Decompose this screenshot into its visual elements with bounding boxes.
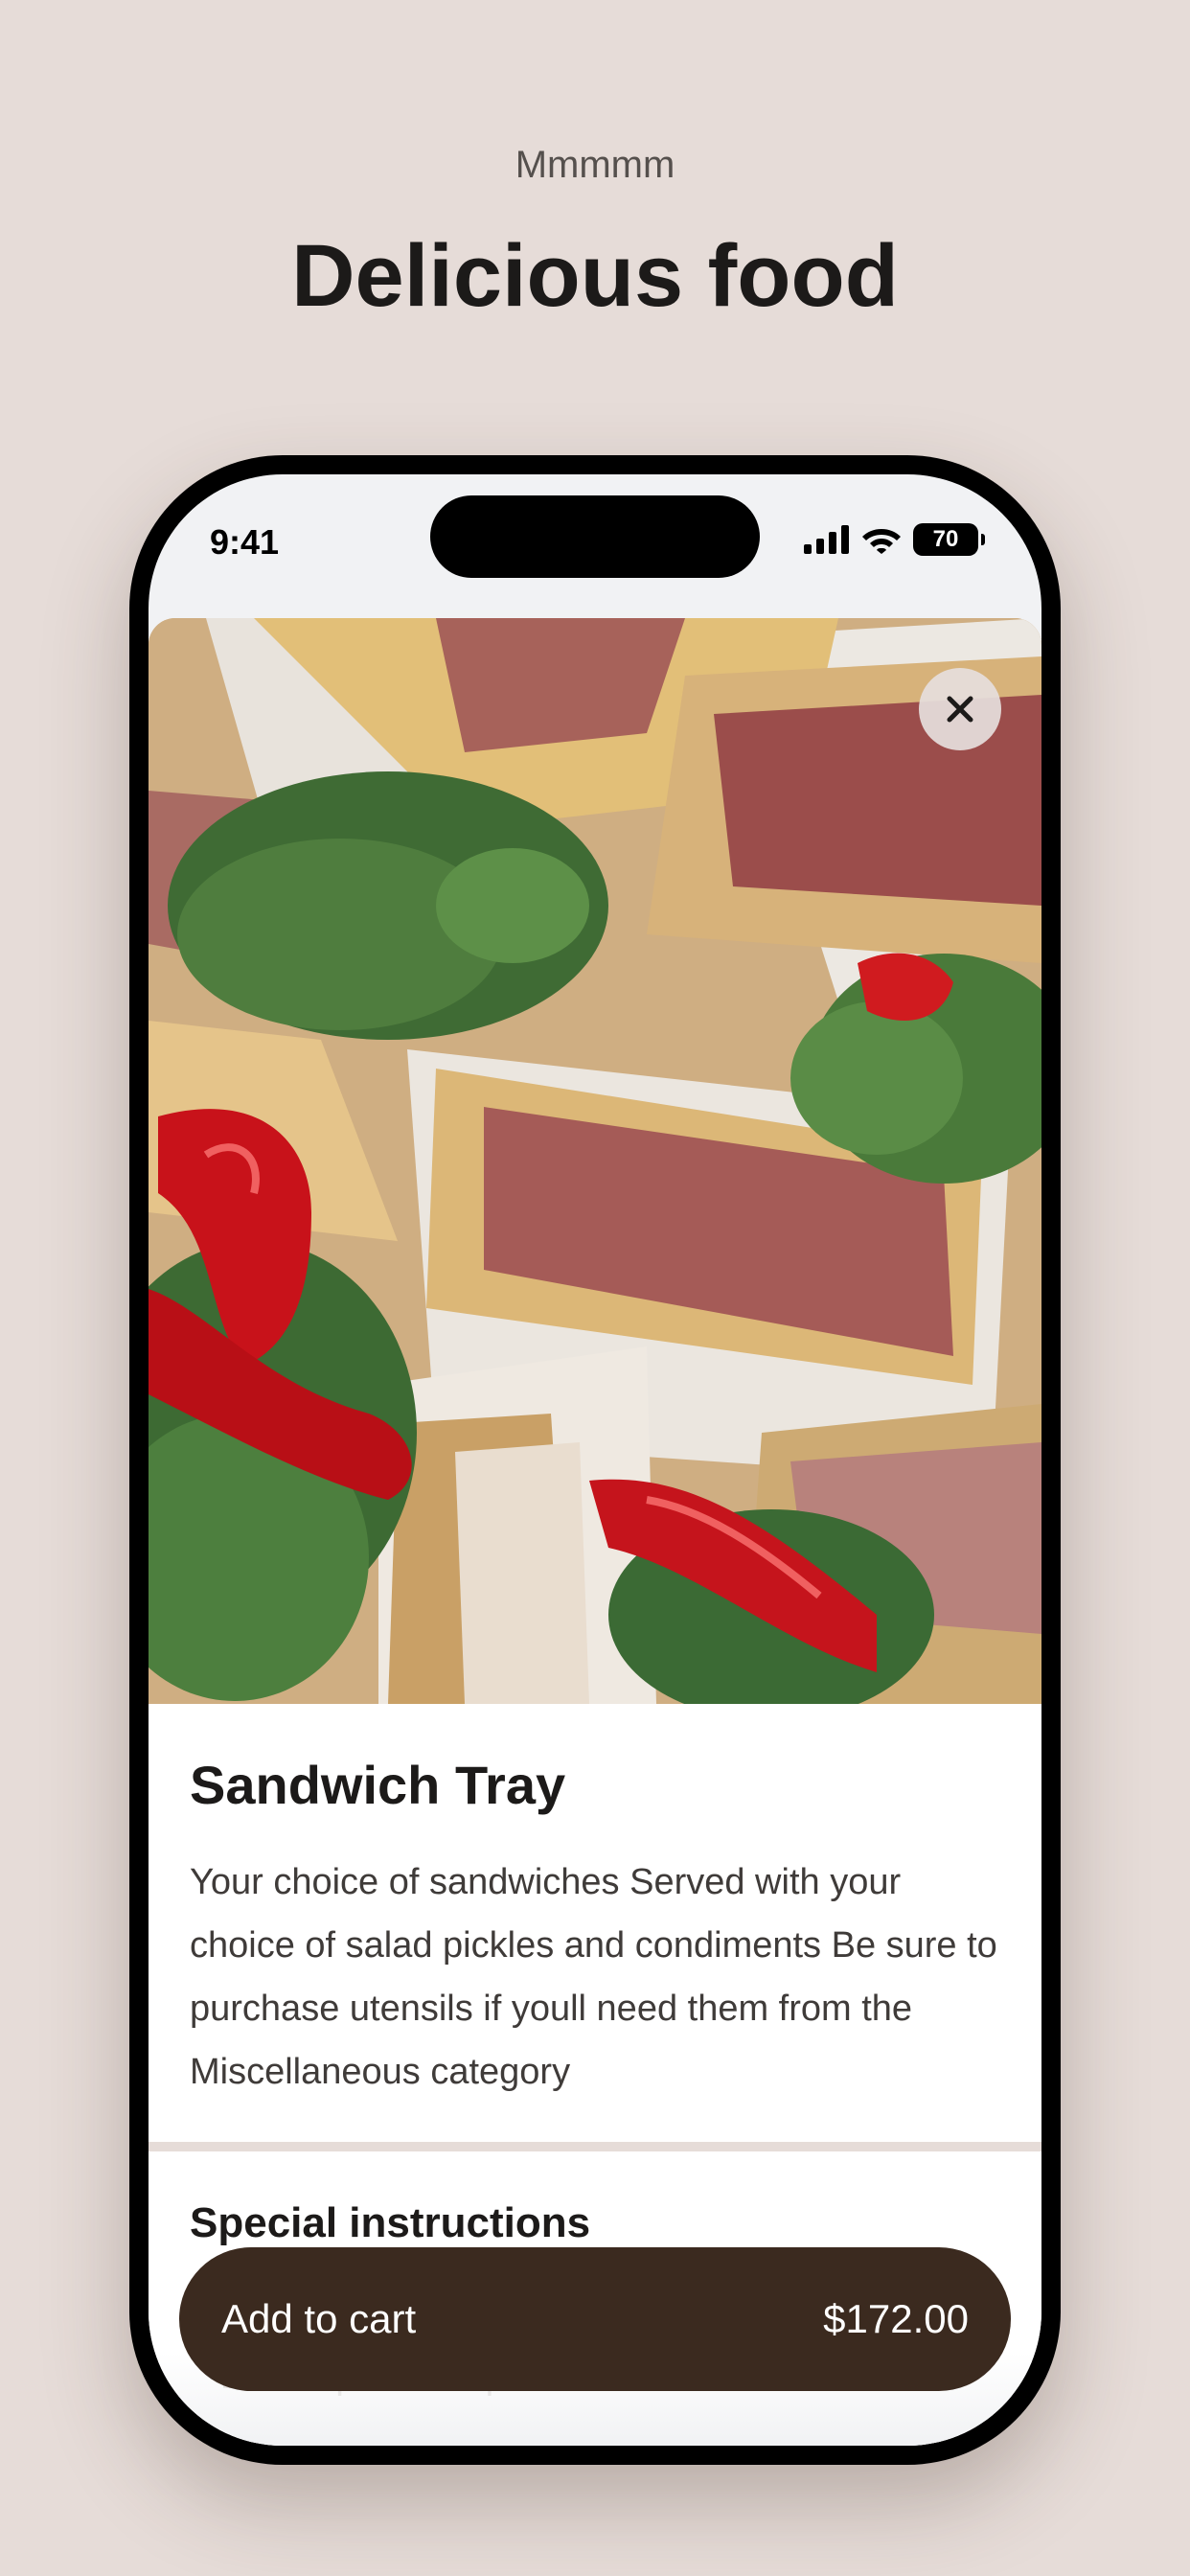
product-description: Your choice of sandwiches Served with yo… bbox=[190, 1862, 997, 2092]
sandwich-tray-image bbox=[149, 618, 1041, 1704]
product-sheet: Sandwich Tray Your choice of sandwiches … bbox=[149, 618, 1041, 2446]
status-time: 9:41 bbox=[210, 522, 280, 562]
add-to-cart-button[interactable]: Add to cart $172.00 bbox=[179, 2247, 1011, 2391]
page-title: Delicious food bbox=[291, 227, 899, 325]
add-to-cart-label: Add to cart bbox=[221, 2296, 417, 2341]
product-image bbox=[149, 618, 1041, 1704]
product-name: Sandwich Tray bbox=[190, 1755, 566, 1815]
cart-price: $172.00 bbox=[823, 2296, 969, 2341]
close-button[interactable] bbox=[919, 668, 1001, 750]
dynamic-island bbox=[430, 495, 760, 578]
close-icon bbox=[947, 696, 973, 723]
special-instructions-title: Special instructions bbox=[190, 2199, 591, 2246]
phone-frame: 9:41 70 Sandwich Tray Your choice of san… bbox=[129, 455, 1061, 2465]
signal-icon bbox=[804, 525, 849, 554]
status-icons: 70 bbox=[804, 522, 985, 557]
wifi-icon bbox=[862, 529, 901, 554]
phone-screen: 9:41 70 Sandwich Tray Your choice of san… bbox=[149, 474, 1041, 2446]
battery-icon: 70 bbox=[913, 523, 985, 556]
page-eyebrow: Mmmmm bbox=[515, 144, 675, 186]
section-divider bbox=[149, 2142, 1041, 2151]
